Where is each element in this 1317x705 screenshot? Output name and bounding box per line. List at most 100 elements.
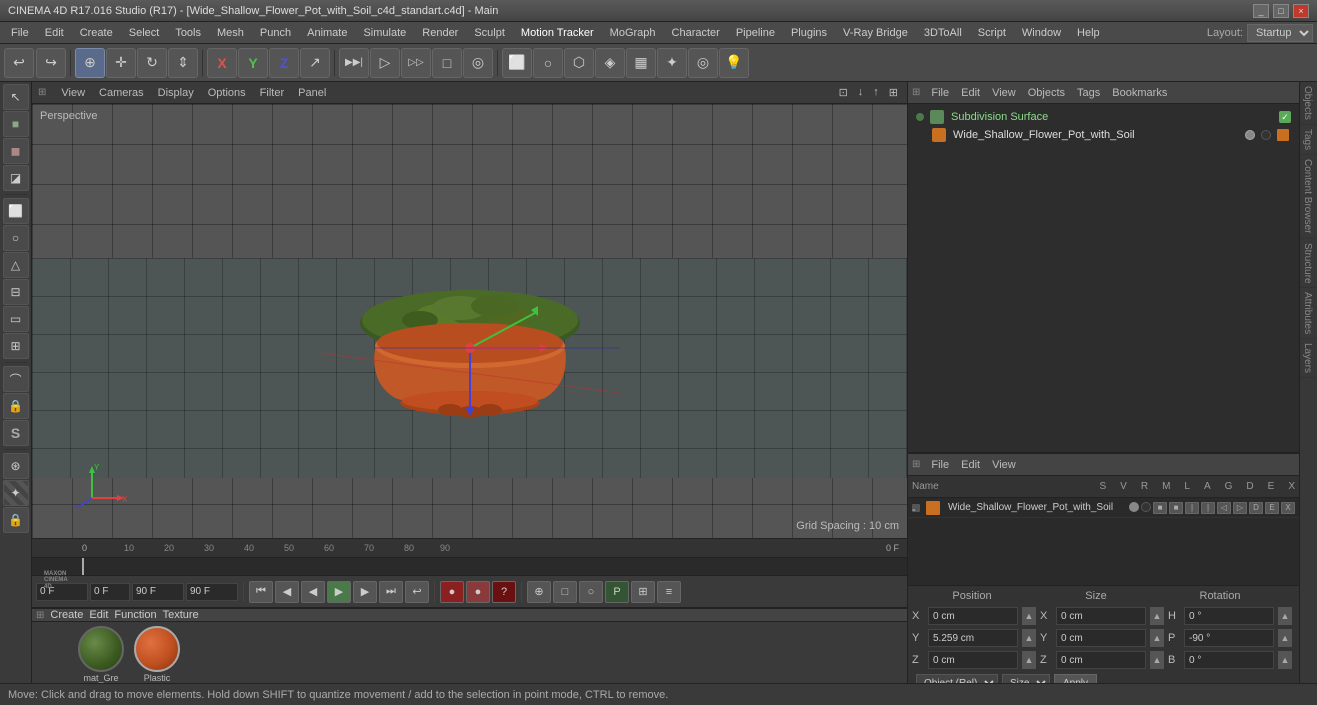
menu-punch[interactable]: Punch	[253, 25, 298, 41]
am-icon-4[interactable]: |	[1201, 502, 1215, 514]
z-size-spin[interactable]: ▲	[1150, 651, 1164, 669]
vtab-tags[interactable]: Tags	[1300, 125, 1317, 155]
cylinder-btn[interactable]: ⬡	[564, 48, 594, 78]
vp-icon-2[interactable]: ↓	[855, 85, 867, 100]
y-rot-input[interactable]	[1184, 629, 1274, 647]
z-size-input[interactable]	[1056, 651, 1146, 669]
material-item-1[interactable]: mat_Gre	[78, 626, 124, 683]
om-item-subdivision[interactable]: Subdivision Surface ✓	[912, 108, 1295, 126]
menu-edit[interactable]: Edit	[38, 25, 71, 41]
menu-mesh[interactable]: Mesh	[210, 25, 251, 41]
vtab-attributes[interactable]: Attributes	[1300, 288, 1317, 339]
apply-button[interactable]: Apply	[1054, 674, 1097, 683]
vtab-content-browser[interactable]: Content Browser	[1300, 155, 1317, 238]
vp-view[interactable]: View	[58, 86, 88, 100]
vp-icon-3[interactable]: ↑	[870, 85, 882, 100]
key-pb-button[interactable]: □	[553, 581, 577, 603]
vtab-layers[interactable]: Layers	[1300, 339, 1317, 378]
play-forward-button[interactable]: ▷	[370, 48, 400, 78]
model-tool[interactable]: ■	[3, 111, 29, 137]
vp-panel[interactable]: Panel	[295, 86, 329, 100]
camera-btn[interactable]: ▦	[626, 48, 656, 78]
menu-plugins[interactable]: Plugins	[784, 25, 834, 41]
end-frame-input[interactable]	[132, 583, 184, 601]
geo-btn[interactable]: ◈	[595, 48, 625, 78]
vp-cameras[interactable]: Cameras	[96, 86, 147, 100]
step-fwd-button[interactable]: ▶	[353, 581, 377, 603]
checker-side[interactable]: ✦	[3, 480, 29, 506]
cone-side[interactable]: △	[3, 252, 29, 278]
om-objects[interactable]: Objects	[1025, 86, 1068, 100]
x-rot-spin[interactable]: ▲	[1278, 607, 1292, 625]
om-tags[interactable]: Tags	[1074, 86, 1103, 100]
grid-pb-button[interactable]: ⊞	[631, 581, 655, 603]
move-button[interactable]: ✛	[106, 48, 136, 78]
z-pos-input[interactable]	[928, 651, 1018, 669]
lamp-btn[interactable]: 💡	[719, 48, 749, 78]
step-back-button[interactable]: ◀	[301, 581, 325, 603]
mat-edit[interactable]: Edit	[89, 609, 108, 621]
material-item-2[interactable]: Plastic	[134, 626, 180, 683]
menu-select[interactable]: Select	[122, 25, 167, 41]
z-rot-spin[interactable]: ▲	[1278, 651, 1292, 669]
add-btn[interactable]: ◎	[688, 48, 718, 78]
menu-pipeline[interactable]: Pipeline	[729, 25, 782, 41]
timeline-track[interactable]	[32, 558, 907, 576]
pos-pb-button[interactable]: P	[605, 581, 629, 603]
s-tool[interactable]: S	[3, 420, 29, 446]
menu-create[interactable]: Create	[73, 25, 120, 41]
y-pos-input[interactable]	[928, 629, 1018, 647]
y-size-spin[interactable]: ▲	[1150, 629, 1164, 647]
layout-select[interactable]: Startup	[1247, 24, 1313, 42]
filmstrip-button[interactable]: ▶▶|	[339, 48, 369, 78]
x-pos-spin-up[interactable]: ▲	[1022, 607, 1036, 625]
menu-file[interactable]: File	[4, 25, 36, 41]
cylinder-side[interactable]: ⊟	[3, 279, 29, 305]
am-dot-2[interactable]	[1141, 502, 1151, 512]
am-icon-1[interactable]: ■	[1153, 502, 1167, 514]
am-icon-3[interactable]: |	[1185, 502, 1199, 514]
select-mode-button[interactable]: ⊕	[75, 48, 105, 78]
y-pos-spin[interactable]: ▲	[1022, 629, 1036, 647]
free-axis-button[interactable]: ↗	[300, 48, 330, 78]
y-rot-spin[interactable]: ▲	[1278, 629, 1292, 647]
axis-x-button[interactable]: X	[207, 48, 237, 78]
om-check-1[interactable]: ✓	[1279, 111, 1291, 123]
mat-texture[interactable]: Texture	[163, 609, 199, 621]
weight-tool[interactable]: ◪	[3, 165, 29, 191]
menu-render[interactable]: Render	[415, 25, 465, 41]
y-size-input[interactable]	[1056, 629, 1146, 647]
menu-sculpt[interactable]: Sculpt	[467, 25, 512, 41]
menu-animate[interactable]: Animate	[300, 25, 354, 41]
om-bookmarks[interactable]: Bookmarks	[1109, 86, 1170, 100]
axis-y-button[interactable]: Y	[238, 48, 268, 78]
play-back-button[interactable]: ▷▷	[401, 48, 431, 78]
goto-start-button[interactable]: ⏮	[249, 581, 273, 603]
sphere-btn[interactable]: ○	[533, 48, 563, 78]
lock-side[interactable]: 🔒	[3, 393, 29, 419]
record-button[interactable]: ●	[440, 581, 464, 603]
menu-simulate[interactable]: Simulate	[356, 25, 413, 41]
render-button[interactable]: □	[432, 48, 462, 78]
coord-system-select[interactable]: Object (Rel)	[916, 674, 998, 683]
om-edit[interactable]: Edit	[958, 86, 983, 100]
rotate-button[interactable]: ↻	[137, 48, 167, 78]
vp-display[interactable]: Display	[155, 86, 197, 100]
play-button[interactable]: ▶	[327, 581, 351, 603]
mat-function[interactable]: Function	[114, 609, 156, 621]
am-edit[interactable]: Edit	[958, 458, 983, 472]
vp-options[interactable]: Options	[205, 86, 249, 100]
menu-window[interactable]: Window	[1015, 25, 1068, 41]
list-pb-button[interactable]: ≡	[657, 581, 681, 603]
am-icon-9[interactable]: X	[1281, 502, 1295, 514]
size-mode-select[interactable]: Size	[1002, 674, 1050, 683]
grid-side[interactable]: ⊞	[3, 333, 29, 359]
mat-create[interactable]: Create	[50, 609, 83, 621]
vtab-objects[interactable]: Objects	[1300, 82, 1317, 125]
om-color-swatch[interactable]	[1277, 129, 1289, 141]
x-size-spin[interactable]: ▲	[1150, 607, 1164, 625]
am-icon-7[interactable]: D	[1249, 502, 1263, 514]
scale-button[interactable]: ⇕	[168, 48, 198, 78]
am-icon-2[interactable]: ■	[1169, 502, 1183, 514]
om-vis-1[interactable]	[1245, 130, 1255, 140]
